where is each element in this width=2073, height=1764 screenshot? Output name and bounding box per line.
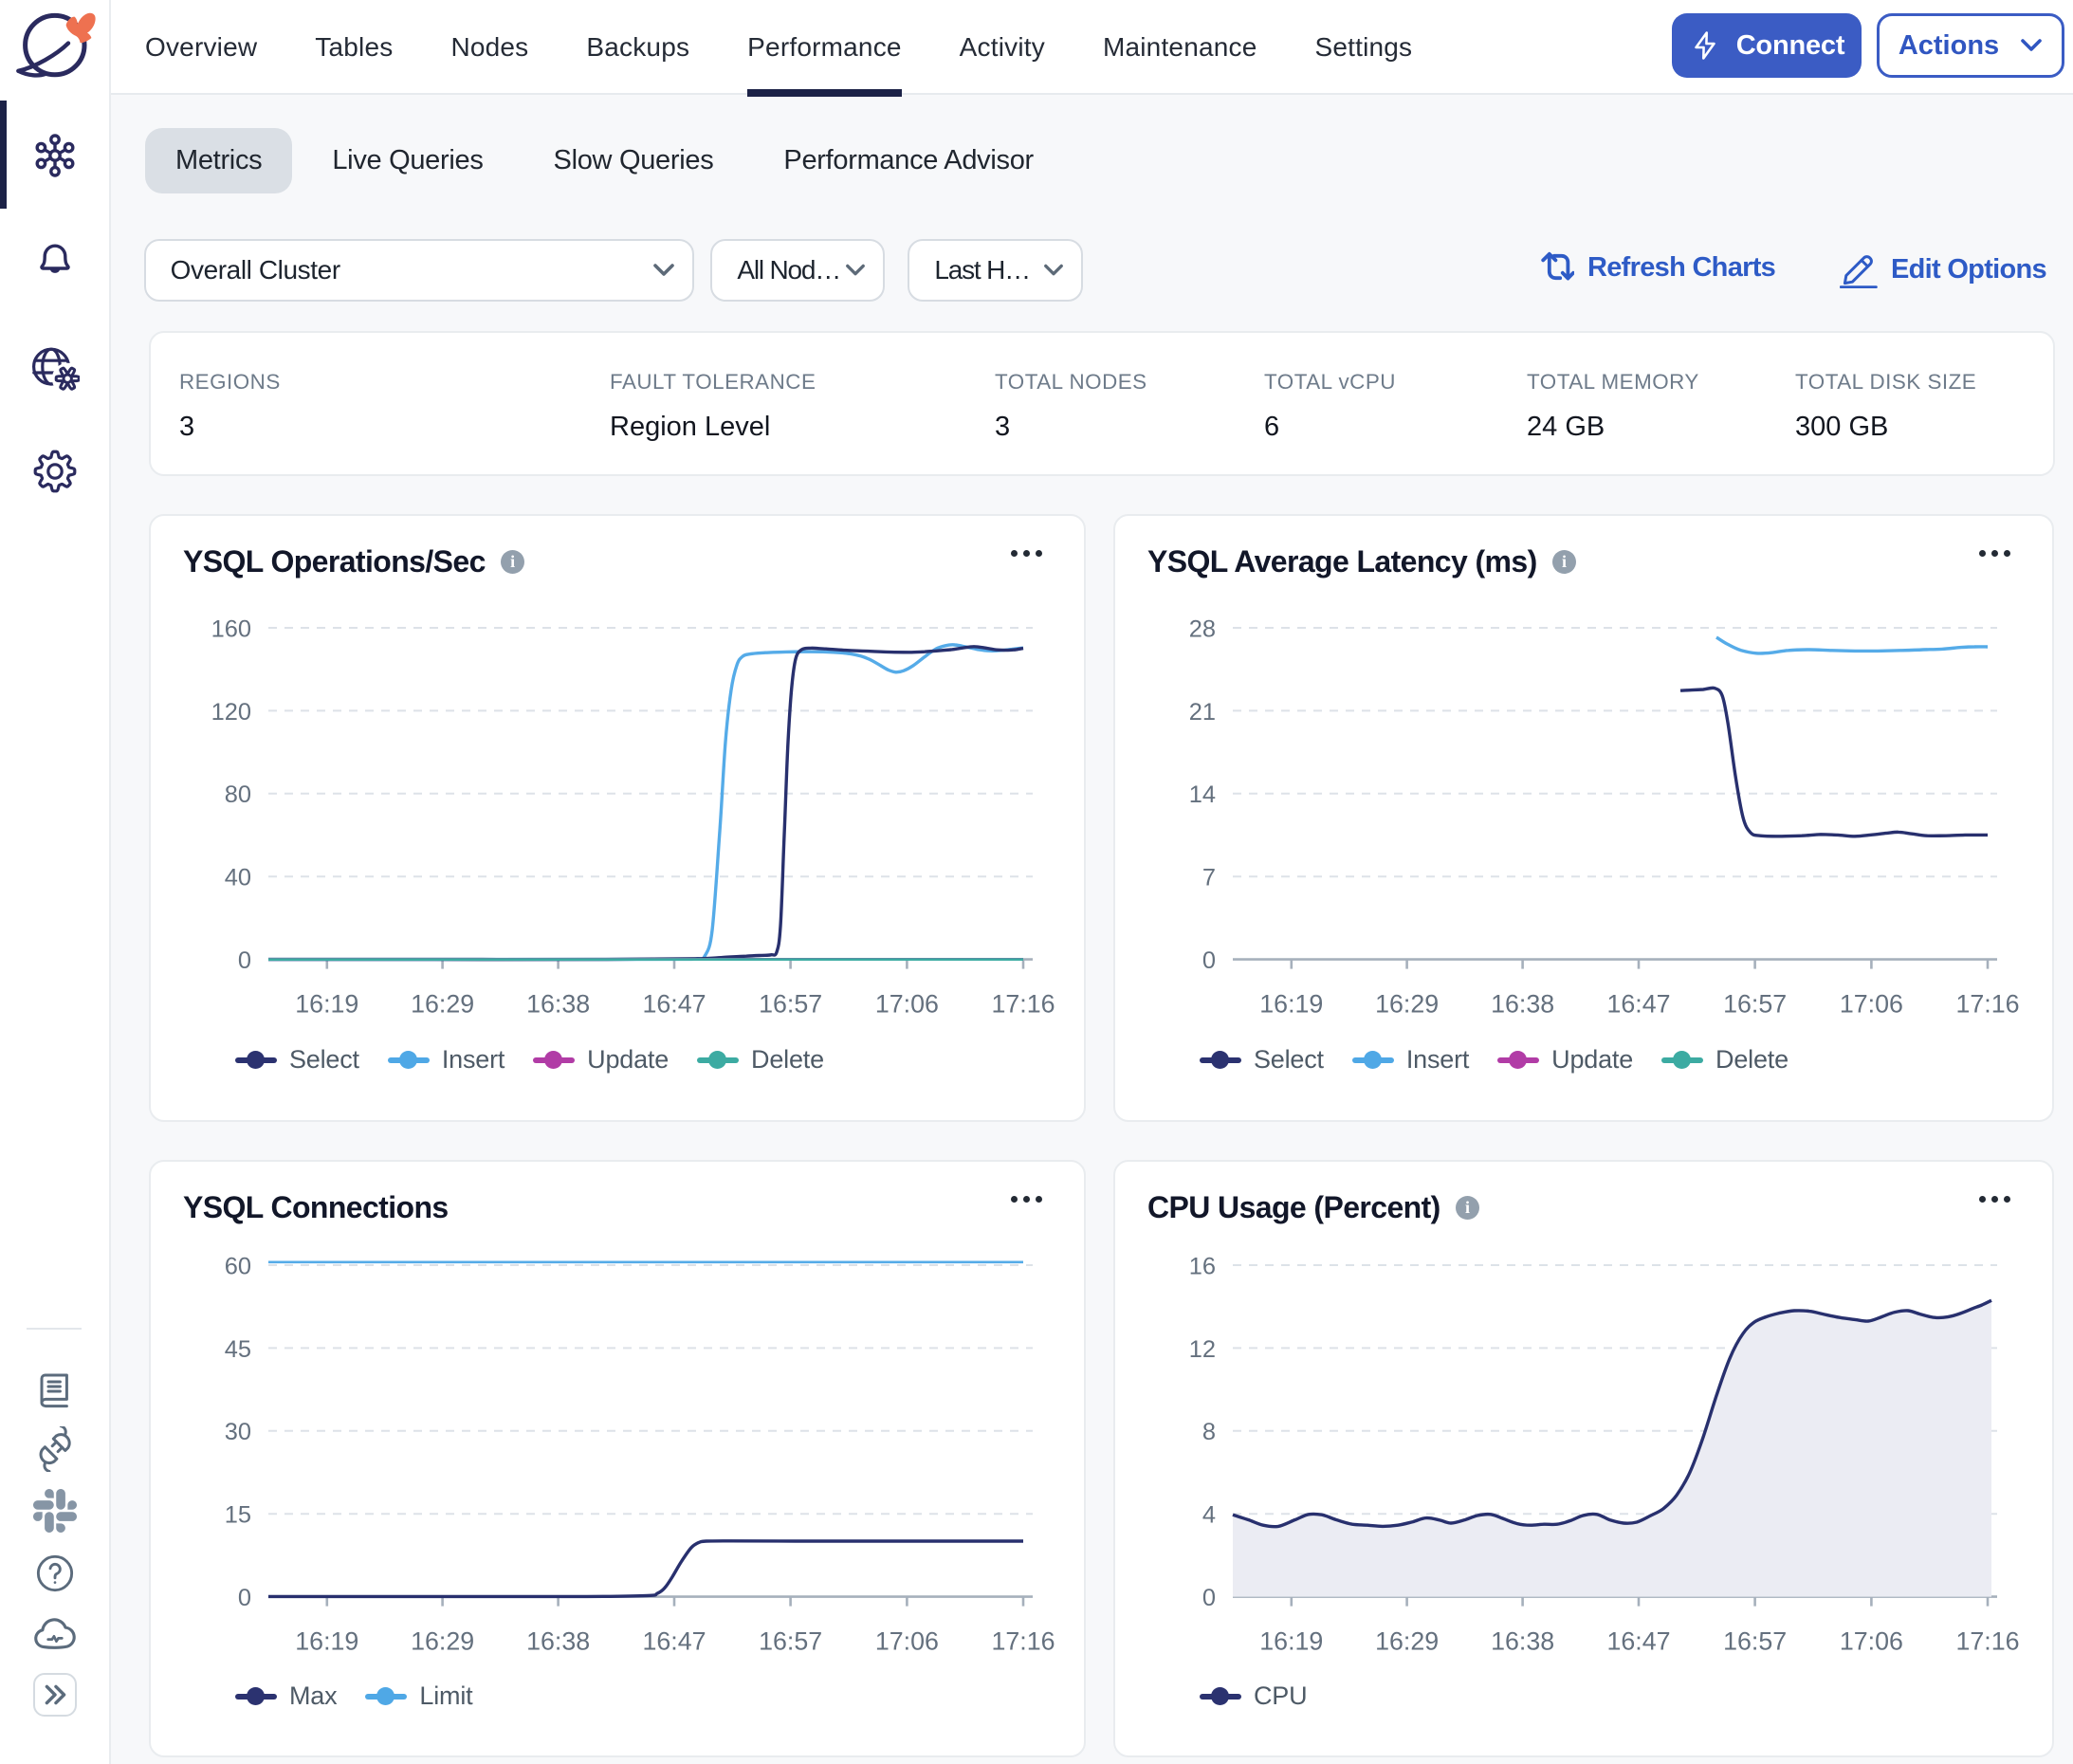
svg-text:16:29: 16:29: [411, 1627, 474, 1656]
svg-text:17:16: 17:16: [1955, 990, 2019, 1019]
svg-text:16:38: 16:38: [526, 1627, 590, 1656]
svg-text:16:19: 16:19: [1259, 990, 1323, 1019]
svg-text:17:06: 17:06: [875, 990, 939, 1019]
svg-text:0: 0: [238, 947, 251, 974]
svg-text:15: 15: [225, 1502, 251, 1529]
svg-text:16:57: 16:57: [1723, 990, 1787, 1019]
svg-text:12: 12: [1189, 1336, 1216, 1363]
svg-text:40: 40: [225, 865, 251, 891]
svg-text:60: 60: [225, 1253, 251, 1279]
svg-text:17:16: 17:16: [991, 1627, 1055, 1656]
svg-text:16:19: 16:19: [1259, 1627, 1323, 1656]
svg-text:7: 7: [1202, 865, 1216, 891]
svg-text:16:19: 16:19: [295, 1627, 358, 1656]
svg-text:16:47: 16:47: [642, 990, 706, 1019]
svg-text:16:57: 16:57: [1723, 1627, 1787, 1656]
svg-text:120: 120: [211, 699, 251, 726]
svg-text:17:16: 17:16: [991, 990, 1055, 1019]
svg-text:28: 28: [1189, 616, 1216, 642]
svg-text:16: 16: [1189, 1253, 1216, 1279]
svg-text:16:57: 16:57: [759, 1627, 822, 1656]
svg-text:17:06: 17:06: [1840, 1627, 1903, 1656]
svg-text:16:29: 16:29: [1375, 1627, 1439, 1656]
svg-text:0: 0: [238, 1585, 251, 1611]
svg-text:16:38: 16:38: [526, 990, 590, 1019]
svg-text:8: 8: [1202, 1419, 1216, 1445]
svg-text:16:38: 16:38: [1491, 1627, 1554, 1656]
svg-text:17:16: 17:16: [1955, 1627, 2019, 1656]
svg-text:16:47: 16:47: [1606, 990, 1670, 1019]
svg-text:16:29: 16:29: [1375, 990, 1439, 1019]
svg-text:21: 21: [1189, 699, 1216, 726]
svg-text:16:38: 16:38: [1491, 990, 1554, 1019]
svg-text:0: 0: [1202, 947, 1216, 974]
svg-text:4: 4: [1202, 1502, 1216, 1529]
svg-text:160: 160: [211, 616, 251, 642]
svg-text:30: 30: [225, 1419, 251, 1445]
svg-text:16:47: 16:47: [642, 1627, 706, 1656]
svg-text:0: 0: [1202, 1585, 1216, 1611]
svg-text:17:06: 17:06: [875, 1627, 939, 1656]
svg-text:80: 80: [225, 781, 251, 808]
svg-text:16:19: 16:19: [295, 990, 358, 1019]
svg-text:16:47: 16:47: [1606, 1627, 1670, 1656]
svg-text:17:06: 17:06: [1840, 990, 1903, 1019]
svg-text:14: 14: [1189, 781, 1216, 808]
svg-text:45: 45: [225, 1336, 251, 1363]
svg-text:16:57: 16:57: [759, 990, 822, 1019]
svg-text:16:29: 16:29: [411, 990, 474, 1019]
